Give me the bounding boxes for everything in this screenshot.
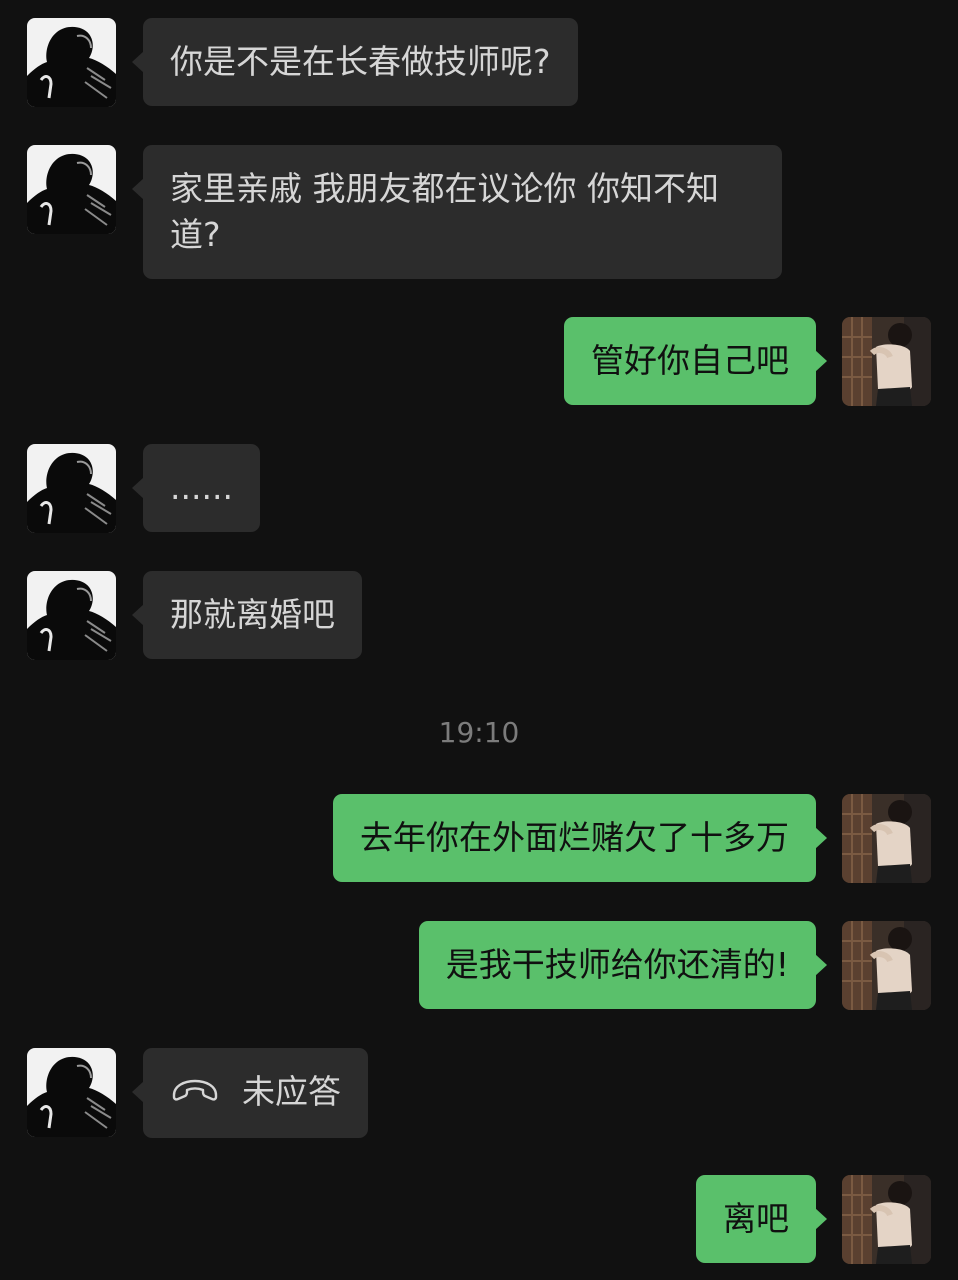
contact-avatar[interactable] <box>27 18 116 107</box>
incoming-message[interactable]: 你是不是在长春做技师呢? <box>132 18 578 106</box>
chat-thread: 你是不是在长春做技师呢? 家里亲戚 我朋友都在议论你 你知不知道? 管好你自己吧… <box>0 0 958 1280</box>
outgoing-message[interactable]: 去年你在外面烂赌欠了十多万 <box>333 794 827 882</box>
message-timestamp: 19:10 <box>438 716 520 749</box>
contact-avatar[interactable] <box>27 571 116 660</box>
outgoing-message[interactable]: 是我干技师给你还清的! <box>418 921 828 1009</box>
incoming-message[interactable]: 家里亲戚 我朋友都在议论你 你知不知道? <box>132 145 782 279</box>
self-avatar[interactable] <box>842 794 931 883</box>
missed-call-message[interactable]: 未应答 <box>132 1048 368 1138</box>
contact-avatar[interactable] <box>27 444 116 533</box>
phone-hangup-icon <box>170 1068 220 1114</box>
contact-avatar[interactable] <box>27 145 116 234</box>
incoming-message[interactable]: ...... <box>132 444 260 532</box>
self-avatar[interactable] <box>842 317 931 406</box>
outgoing-message[interactable]: 离吧 <box>696 1175 827 1263</box>
self-avatar[interactable] <box>842 921 931 1010</box>
outgoing-message[interactable]: 管好你自己吧 <box>564 317 827 405</box>
self-avatar[interactable] <box>842 1175 931 1264</box>
contact-avatar[interactable] <box>27 1048 116 1137</box>
incoming-message[interactable]: 那就离婚吧 <box>132 571 362 659</box>
missed-call-label: 未应答 <box>242 1072 341 1111</box>
